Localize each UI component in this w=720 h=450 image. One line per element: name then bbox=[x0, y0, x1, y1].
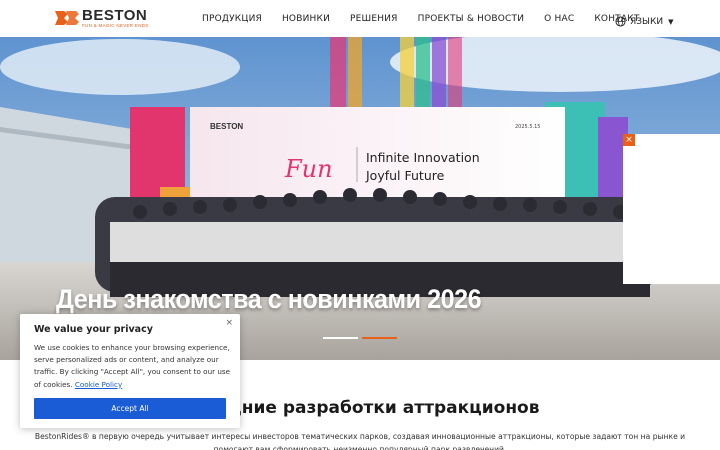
section-text: BestonRides® в первую очередь учитывает … bbox=[34, 432, 686, 450]
language-label: ЯЗЫКИ bbox=[630, 16, 664, 27]
beston-logo[interactable]: BESTON FUN & MAGIC NEVER ENDS bbox=[54, 8, 149, 29]
cookie-consent-dialog: × We value your privacy We use cookies t… bbox=[20, 314, 240, 428]
accept-all-button[interactable]: Accept All bbox=[34, 398, 226, 419]
logo-mark-icon bbox=[54, 9, 80, 27]
slider-dot-2[interactable] bbox=[362, 337, 397, 339]
section-title: дние разработки аттракционов bbox=[228, 398, 540, 418]
site-header: BESTON FUN & MAGIC NEVER ENDS ПРОДУКЦИЯ … bbox=[0, 0, 720, 37]
nav-solutions[interactable]: РЕШЕНИЯ bbox=[350, 14, 398, 24]
hero-title: День знакомства с новинками 2026 bbox=[56, 284, 482, 314]
main-nav: ПРОДУКЦИЯ НОВИНКИ РЕШЕНИЯ ПРОЕКТЫ & НОВО… bbox=[202, 0, 660, 37]
nav-products[interactable]: ПРОДУКЦИЯ bbox=[202, 14, 262, 24]
globe-icon bbox=[615, 12, 626, 31]
banner-line1: Infinite Innovation bbox=[366, 150, 480, 165]
banner-script: Fun bbox=[284, 155, 333, 183]
cookie-body: We use cookies to enhance your browsing … bbox=[34, 342, 234, 391]
popup-close-icon[interactable]: × bbox=[623, 134, 635, 146]
caret-down-icon: ▼ bbox=[668, 17, 674, 26]
cookie-body-text: We use cookies to enhance your browsing … bbox=[34, 343, 231, 389]
side-popup: × bbox=[623, 134, 720, 284]
cookie-policy-link[interactable]: Cookie Policy bbox=[75, 380, 122, 389]
logo-tagline: FUN & MAGIC NEVER ENDS bbox=[82, 23, 149, 28]
language-selector[interactable]: ЯЗЫКИ ▼ bbox=[615, 12, 673, 31]
banner-line2: Joyful Future bbox=[365, 168, 445, 183]
cookie-title: We value your privacy bbox=[34, 324, 153, 335]
slider-dots bbox=[323, 337, 401, 339]
hero-slider[interactable]: BESTON Fun Infinite Innovation Joyful Fu… bbox=[0, 37, 720, 360]
nav-new[interactable]: НОВИНКИ bbox=[282, 14, 330, 24]
nav-projects-news[interactable]: ПРОЕКТЫ & НОВОСТИ bbox=[418, 14, 525, 24]
cookie-close-icon[interactable]: × bbox=[225, 318, 233, 328]
logo-name: BESTON bbox=[82, 7, 148, 24]
nav-about[interactable]: О НАС bbox=[544, 14, 574, 24]
banner-brand: BESTON bbox=[210, 122, 243, 131]
banner-date: 2025.5.15 bbox=[515, 124, 540, 130]
slider-dot-1[interactable] bbox=[323, 337, 358, 339]
